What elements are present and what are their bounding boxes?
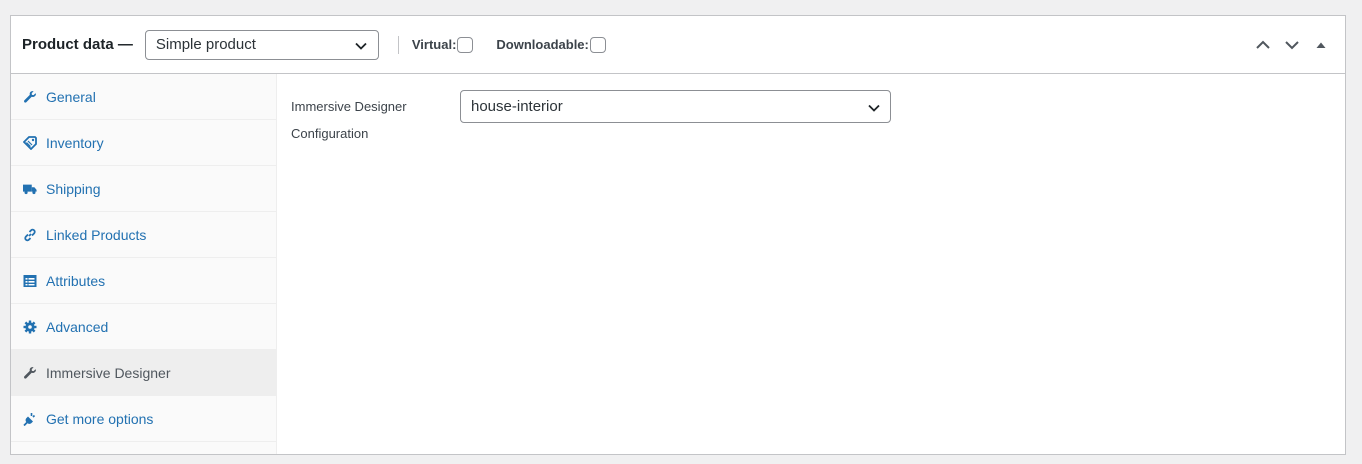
tab-content: Immersive Designer Configuration house-i…: [277, 74, 1345, 454]
tab-attributes[interactable]: Attributes: [11, 258, 276, 304]
toggle-panel-button[interactable]: [1311, 35, 1331, 55]
tab-advanced[interactable]: Advanced: [11, 304, 276, 350]
tab-label: Advanced: [46, 318, 109, 335]
product-data-header: Product data — Simple product Virtual: D…: [11, 16, 1345, 74]
header-divider: [397, 35, 399, 54]
tab-shipping[interactable]: Shipping: [11, 166, 276, 212]
tab-immersive-designer[interactable]: Immersive Designer: [11, 350, 276, 396]
move-up-button[interactable]: [1253, 35, 1273, 55]
wrench-icon: [23, 90, 37, 104]
truck-icon: [23, 182, 37, 196]
tab-label: Inventory: [46, 134, 104, 151]
downloadable-label: Downloadable:: [496, 37, 589, 52]
chevron-down-icon: [867, 101, 881, 119]
chevron-down-icon: [354, 39, 368, 57]
product-type-value: Simple product: [155, 36, 256, 53]
plugin-icon: [23, 412, 37, 426]
chevron-up-icon: [1256, 40, 1270, 49]
tab-label: Linked Products: [46, 226, 147, 243]
downloadable-option: Downloadable:: [496, 36, 606, 53]
chevron-down-icon: [1285, 41, 1299, 50]
product-type-select[interactable]: Simple product: [144, 29, 379, 60]
tab-linked-products[interactable]: Linked Products: [11, 212, 276, 258]
product-data-panel: Product data — Simple product Virtual: D…: [10, 15, 1346, 455]
tab-label: Attributes: [46, 272, 106, 289]
panel-title: Product data —: [22, 36, 133, 53]
configuration-label: Immersive Designer Configuration: [291, 99, 407, 141]
virtual-option: Virtual:: [411, 36, 474, 53]
tag-icon: [23, 135, 37, 150]
tab-label: General: [46, 88, 96, 105]
tab-inventory[interactable]: Inventory: [11, 120, 276, 166]
list-icon: [23, 274, 37, 288]
tab-general[interactable]: General: [11, 74, 276, 120]
move-down-button[interactable]: [1282, 35, 1302, 55]
caret-up-icon: [1316, 42, 1326, 48]
virtual-checkbox[interactable]: [457, 36, 474, 53]
link-icon: [23, 228, 37, 242]
tab-label: Shipping: [46, 180, 101, 197]
wrench-icon: [23, 366, 37, 380]
configuration-select[interactable]: house-interior: [460, 90, 891, 123]
gear-icon: [23, 320, 37, 334]
product-data-tabs: General Inventory Shipping Linked Produc…: [11, 74, 277, 454]
configuration-value: house-interior: [471, 98, 563, 115]
downloadable-checkbox[interactable]: [589, 36, 606, 53]
tab-label: Get more options: [46, 410, 154, 427]
tab-label: Immersive Designer: [46, 364, 171, 381]
tab-get-more-options[interactable]: Get more options: [11, 396, 276, 442]
virtual-label: Virtual:: [411, 37, 457, 52]
panel-controls: [1244, 35, 1331, 55]
